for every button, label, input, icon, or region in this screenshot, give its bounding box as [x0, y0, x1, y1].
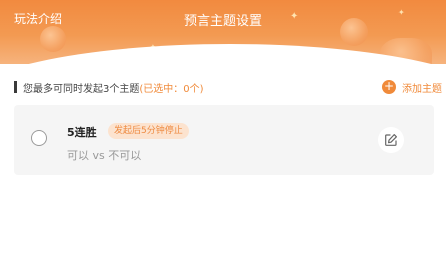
page-title: 预言主题设置 — [183, 14, 262, 29]
topic-options: 可以 vs 不可以 — [67, 149, 142, 162]
edit-topic-button[interactable] — [378, 127, 404, 153]
add-topic-label: 添加主题 — [402, 83, 442, 95]
selected-count: (已选中：0个) — [139, 83, 204, 95]
edit-icon — [385, 134, 397, 146]
section-marker — [14, 81, 17, 93]
decorative-coin-icon — [40, 26, 66, 52]
plus-icon: + — [382, 79, 396, 94]
topic-card[interactable]: 5连胜 发起后5分钟停止 可以 vs 不可以 — [14, 105, 434, 175]
topic-duration-tag: 发起后5分钟停止 — [108, 123, 189, 139]
header-curve — [0, 44, 446, 64]
topic-radio[interactable] — [31, 130, 47, 146]
info-row: 您最多可同时发起3个主题(已选中：0个) — [14, 80, 204, 95]
add-topic-button[interactable]: + 添加主题 — [382, 78, 446, 96]
topic-limit-label: 您最多可同时发起3个主题 — [23, 83, 140, 95]
topic-name: 5连胜 — [67, 126, 97, 139]
header-banner: ✦ ✦ ✦ 玩法介绍 预言主题设置 — [0, 0, 446, 64]
topic-limit-text: 您最多可同时发起3个主题(已选中：0个) — [23, 80, 204, 95]
